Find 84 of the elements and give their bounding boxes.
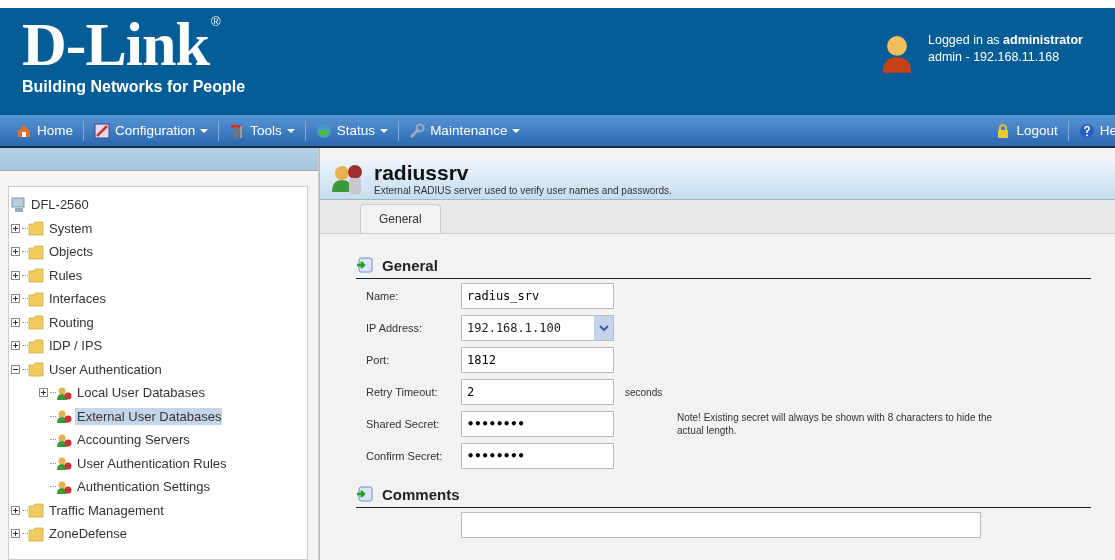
password-field[interactable]: •••••••• bbox=[461, 443, 614, 469]
tree-item[interactable]: Accounting Servers bbox=[75, 431, 192, 449]
field-label: Name: bbox=[366, 290, 400, 302]
plus-icon bbox=[11, 317, 20, 327]
tree-item[interactable]: Local User Databases bbox=[75, 384, 207, 402]
field-label: Shared Secret: bbox=[366, 418, 441, 430]
field-label: IP Address: bbox=[366, 322, 424, 334]
tree-item[interactable]: Rules bbox=[47, 266, 85, 284]
expand-toggle[interactable] bbox=[11, 529, 22, 539]
expand-toggle[interactable] bbox=[11, 294, 22, 304]
folder-icon bbox=[28, 337, 44, 354]
tab[interactable]: General bbox=[360, 204, 441, 233]
plus-icon bbox=[11, 529, 20, 539]
input-field[interactable]: 1812 bbox=[461, 347, 614, 373]
chevron-down-icon bbox=[598, 324, 609, 332]
logo-text: D-Link bbox=[22, 14, 209, 74]
computer-icon bbox=[11, 196, 27, 213]
menu-item[interactable]: Maintenance bbox=[405, 122, 525, 139]
expand-toggle[interactable] bbox=[11, 270, 22, 280]
tree-item[interactable]: Authentication Settings bbox=[75, 478, 212, 496]
menu-item[interactable]: Status bbox=[311, 122, 393, 139]
pencil-icon bbox=[94, 122, 110, 139]
house-icon bbox=[16, 122, 32, 139]
tree-item[interactable]: External User Databases bbox=[75, 407, 222, 425]
page-title: radiussrv bbox=[374, 161, 470, 186]
section-title: Comments bbox=[382, 485, 460, 503]
expand-toggle[interactable] bbox=[11, 317, 22, 327]
collapse-toggle[interactable] bbox=[11, 364, 22, 374]
input-field[interactable]: 2 bbox=[461, 379, 614, 405]
expand-toggle[interactable] bbox=[39, 388, 50, 398]
tree-item[interactable]: Objects bbox=[47, 243, 96, 261]
session-text: admin - 192.168.11.168 bbox=[928, 49, 1061, 66]
logged-in-text: Logged in as administrator bbox=[928, 32, 1083, 49]
tree-item[interactable]: System bbox=[47, 219, 95, 237]
tree-item[interactable]: Routing bbox=[47, 313, 96, 331]
tree-item[interactable]: Interfaces bbox=[47, 290, 109, 308]
plus-icon bbox=[11, 223, 20, 233]
tree-item[interactable]: IDP / IPS bbox=[47, 337, 105, 355]
folder-icon bbox=[28, 267, 44, 284]
dropdown-field[interactable]: 192.168.1.100 bbox=[461, 315, 614, 341]
plus-icon bbox=[11, 505, 20, 515]
note-text: Note! Existing secret will always be shown with 8 characters to hide the actual length. bbox=[676, 411, 994, 437]
users-icon bbox=[56, 408, 72, 425]
field-label: Retry Timeout: bbox=[366, 386, 439, 398]
tree-item[interactable]: DFL-2560 bbox=[29, 196, 91, 214]
plus-icon bbox=[11, 294, 20, 304]
users-icon bbox=[56, 455, 72, 472]
tree-item[interactable]: User Authentication Rules bbox=[75, 454, 229, 472]
tree-item[interactable]: Traffic Management bbox=[47, 501, 166, 519]
plus-icon bbox=[39, 388, 48, 398]
page-description: External RADIUS server used to verify user names and passwords. bbox=[374, 185, 672, 197]
help-icon bbox=[1078, 122, 1095, 139]
plus-icon bbox=[11, 247, 20, 257]
section-title: General bbox=[382, 256, 438, 274]
password-field[interactable]: •••••••• bbox=[461, 411, 614, 437]
folder-icon bbox=[28, 290, 44, 307]
field-label: Port: bbox=[366, 354, 391, 366]
menu-item[interactable]: Home bbox=[12, 122, 77, 139]
tree-item[interactable]: User Authentication bbox=[47, 360, 164, 378]
tagline: Building Networks for People bbox=[22, 78, 246, 96]
folder-icon bbox=[28, 502, 44, 519]
folder-icon bbox=[28, 361, 44, 378]
menu-item[interactable]: Configuration bbox=[90, 122, 213, 139]
globe-icon bbox=[315, 122, 332, 139]
comments-field[interactable] bbox=[461, 512, 981, 538]
folder-icon bbox=[28, 243, 44, 260]
registered-mark: ® bbox=[210, 14, 221, 29]
expand-toggle[interactable] bbox=[11, 341, 22, 351]
minus-icon bbox=[11, 364, 20, 374]
input-field[interactable]: radius_srv bbox=[461, 283, 614, 309]
field-label: Confirm Secret: bbox=[366, 450, 444, 462]
folder-icon bbox=[28, 314, 44, 331]
expand-toggle[interactable] bbox=[11, 223, 22, 233]
tree-item[interactable]: ZoneDefense bbox=[47, 525, 130, 543]
folder-icon bbox=[28, 220, 44, 237]
menu-item[interactable]: Logout bbox=[991, 122, 1062, 139]
plus-icon bbox=[11, 341, 20, 351]
expand-toggle[interactable] bbox=[11, 505, 22, 515]
wrench-icon bbox=[409, 122, 426, 139]
menu-item[interactable]: Tools bbox=[225, 122, 299, 139]
folder-icon bbox=[28, 525, 44, 542]
unit-label: seconds bbox=[624, 386, 664, 398]
expand-toggle[interactable] bbox=[11, 247, 22, 257]
plus-icon bbox=[11, 270, 20, 280]
